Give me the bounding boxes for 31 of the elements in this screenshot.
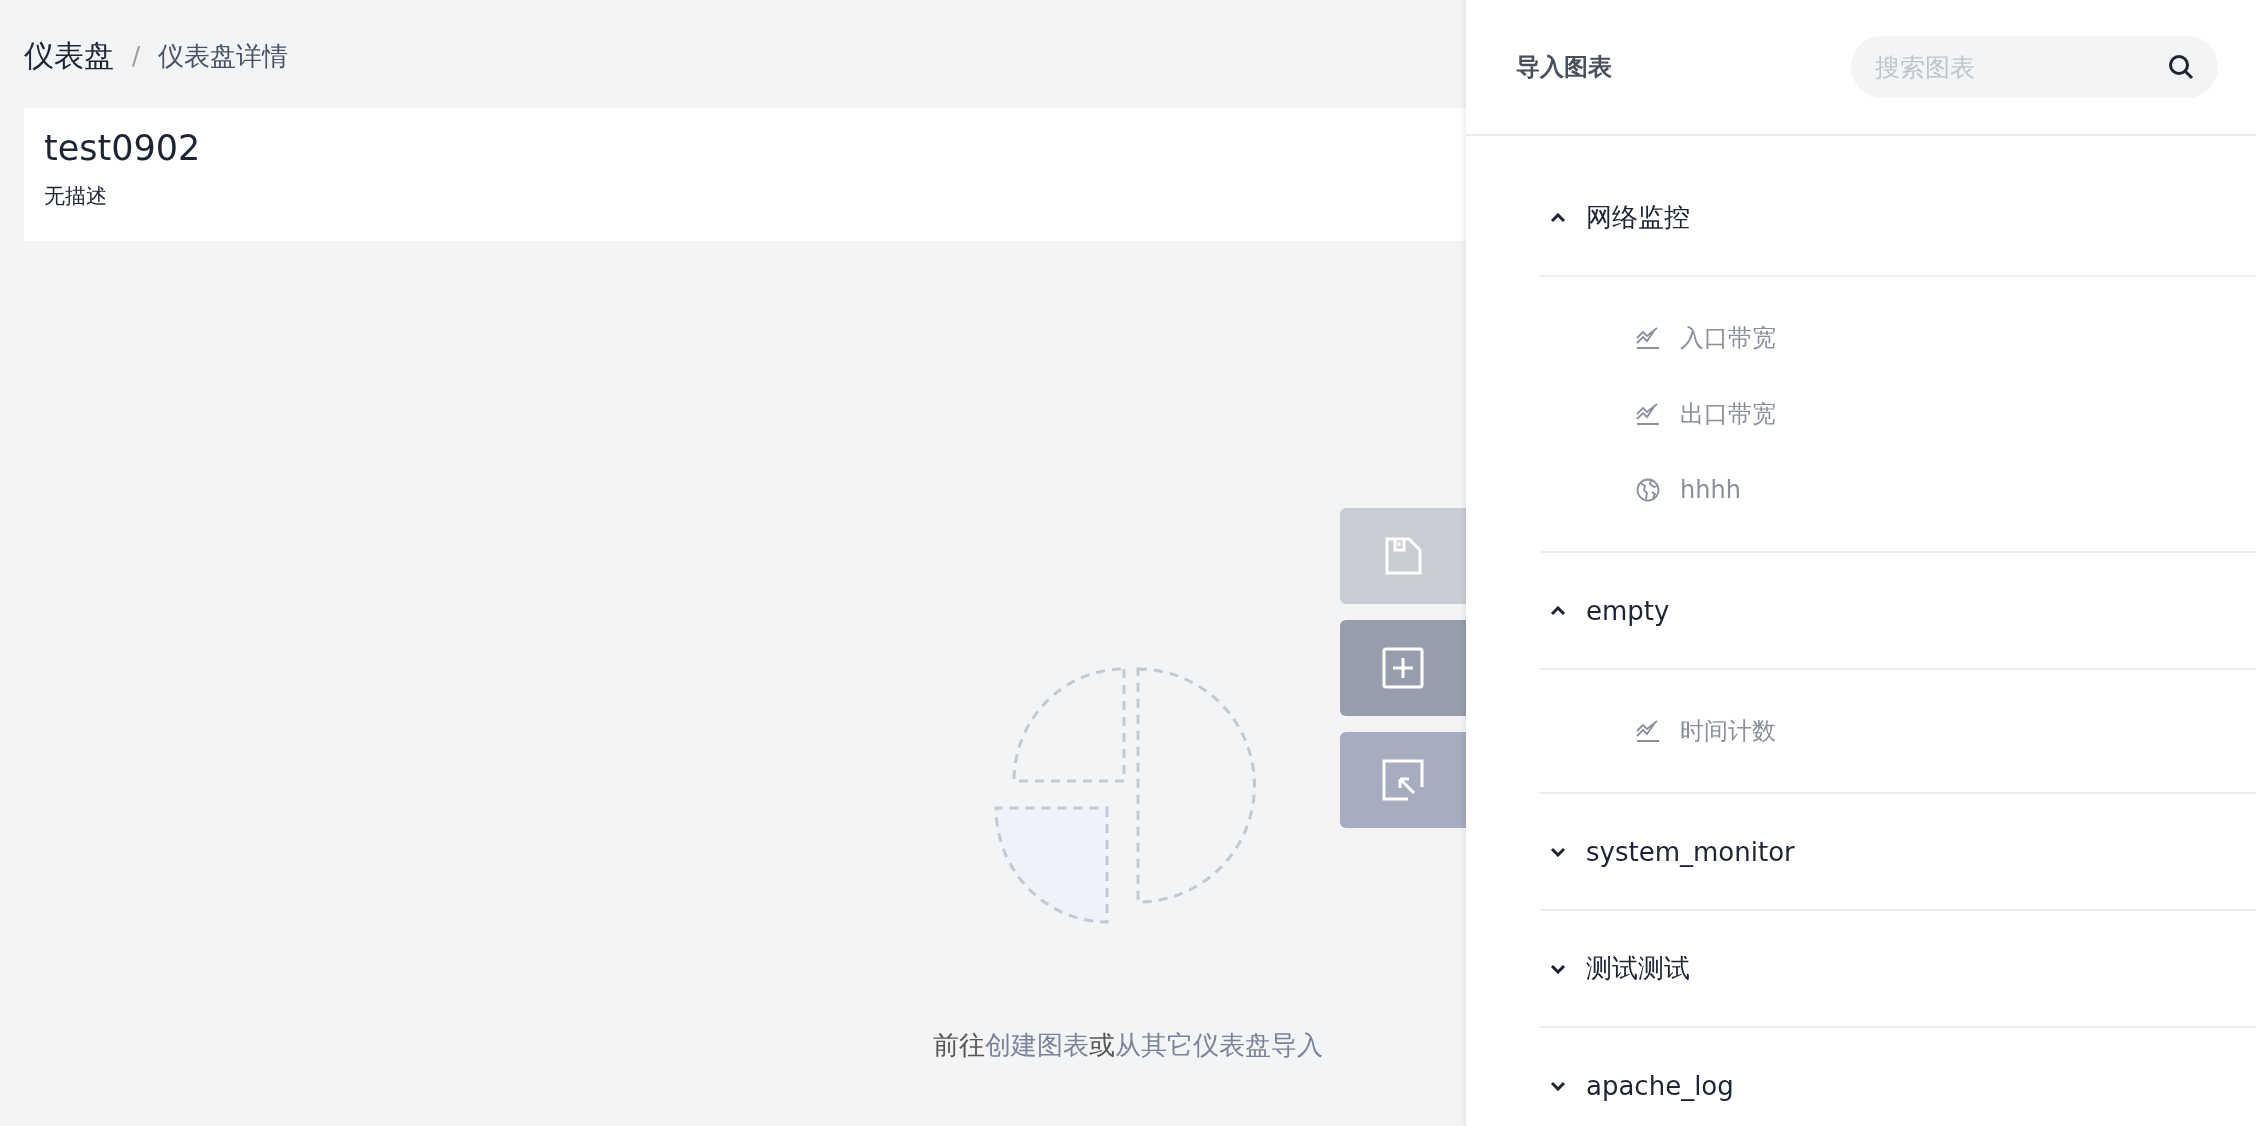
- panel-title: 导入图表: [1516, 52, 1612, 83]
- breadcrumb-item[interactable]: 仪表盘: [24, 35, 114, 77]
- group-label: empty: [1586, 595, 1670, 626]
- chart-item-label: 出口带宽: [1680, 399, 1776, 430]
- chart-item-label: 时间计数: [1680, 716, 1776, 747]
- add-button[interactable]: [1340, 620, 1466, 716]
- import-button[interactable]: [1340, 732, 1466, 828]
- chart-item-label: 入口带宽: [1680, 323, 1776, 354]
- chart-group-header[interactable]: apache_log: [1540, 1028, 2256, 1126]
- chart-group-header[interactable]: 网络监控: [1540, 160, 2256, 277]
- breadcrumb-item: 仪表盘详情: [158, 39, 289, 73]
- line-chart-icon: [1636, 403, 1660, 425]
- dashboard-title: test0902: [44, 128, 201, 168]
- empty-state-message: 前往创建图表或从其它仪表盘导入: [933, 1029, 1323, 1062]
- group-label: 网络监控: [1586, 201, 1690, 234]
- chart-group-header[interactable]: 测试测试: [1540, 911, 2256, 1028]
- plus-square-icon: [1382, 647, 1424, 689]
- chart-group-header[interactable]: empty: [1540, 553, 2256, 670]
- chart-group-header[interactable]: system_monitor: [1540, 794, 2256, 911]
- arrow-into-square-icon: [1382, 759, 1424, 801]
- save-button[interactable]: [1340, 508, 1466, 604]
- globe-icon: [1636, 478, 1660, 502]
- group-label: 测试测试: [1586, 952, 1690, 985]
- chart-item-label: hhhh: [1680, 476, 1741, 504]
- group-label: apache_log: [1586, 1070, 1734, 1101]
- breadcrumb-separator: /: [132, 42, 141, 70]
- line-chart-icon: [1636, 720, 1660, 742]
- search-icon: [2168, 54, 2194, 80]
- line-chart-icon: [1636, 327, 1660, 349]
- dashboard-description: 无描述: [44, 183, 107, 210]
- group-label: system_monitor: [1586, 836, 1795, 867]
